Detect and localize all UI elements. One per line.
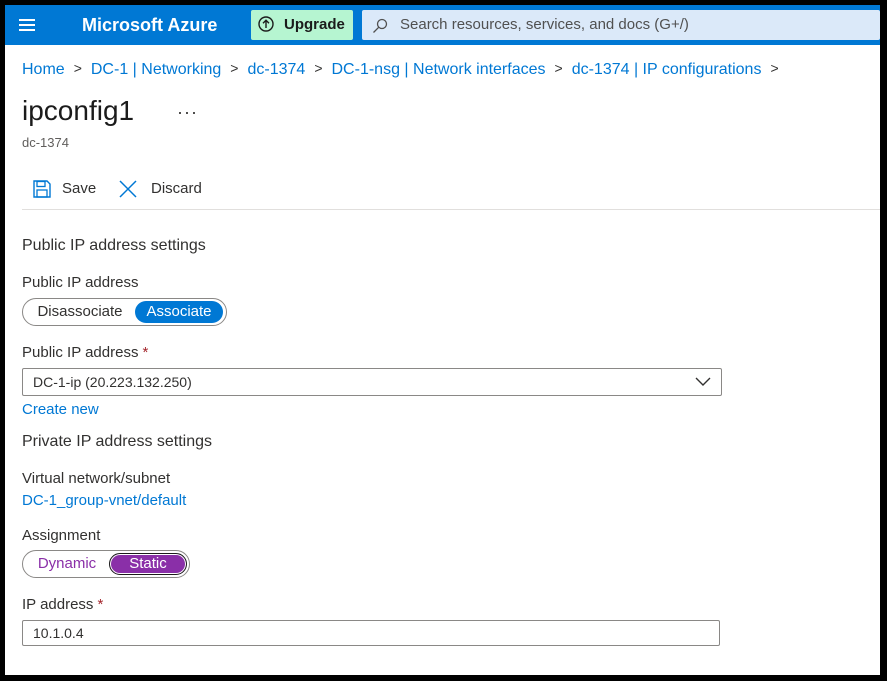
public-ip-settings-heading: Public IP address settings: [22, 237, 206, 254]
breadcrumb-separator: >: [314, 60, 323, 76]
top-bar: Microsoft Azure Upgrade Search resources…: [5, 5, 880, 45]
required-marker: *: [97, 596, 104, 613]
breadcrumb-dc-1374[interactable]: dc-1374: [247, 61, 305, 79]
assignment-toggle: Dynamic Static: [22, 550, 190, 578]
public-ip-association-toggle: Disassociate Associate: [22, 298, 227, 326]
upgrade-arrow-icon: [258, 16, 274, 32]
ip-address-label: IP address *: [22, 596, 103, 613]
assignment-label: Assignment: [22, 527, 101, 544]
public-ip-dropdown[interactable]: DC-1-ip (20.223.132.250): [22, 368, 722, 396]
page-subtitle: dc-1374: [22, 135, 69, 150]
search-icon: [373, 18, 388, 33]
public-ip-dropdown-value: DC-1-ip (20.223.132.250): [33, 374, 192, 390]
toolbar-divider: [22, 209, 880, 210]
ip-address-label-text: IP address: [22, 596, 94, 613]
breadcrumb-separator: >: [230, 60, 239, 76]
vnet-subnet-link[interactable]: DC-1_group-vnet/default: [22, 492, 186, 509]
ip-address-input[interactable]: [22, 620, 720, 646]
breadcrumb: Home > DC-1 | Networking > dc-1374 > DC-1-nsg …: [22, 60, 788, 83]
page-title: ipconfig1: [22, 95, 135, 126]
close-icon: [119, 180, 137, 198]
public-ip-select-label: Public IP address *: [22, 344, 148, 361]
required-marker: *: [142, 344, 149, 361]
search-placeholder: Search resources, services, and docs (G+…: [400, 16, 689, 33]
brand-title[interactable]: Microsoft Azure: [82, 5, 217, 45]
public-ip-select-label-text: Public IP address: [22, 344, 139, 361]
private-ip-settings-heading: Private IP address settings: [22, 433, 213, 450]
save-button[interactable]: Save: [22, 175, 100, 203]
breadcrumb-separator: >: [73, 60, 82, 76]
upgrade-label: Upgrade: [284, 16, 345, 33]
save-label: Save: [62, 180, 97, 197]
discard-button[interactable]: Discard: [114, 175, 214, 203]
create-new-link[interactable]: Create new: [22, 401, 99, 418]
static-option[interactable]: Static: [109, 553, 187, 575]
breadcrumb-nsg-network-interfaces[interactable]: DC-1-nsg | Network interfaces: [332, 61, 546, 79]
dynamic-option[interactable]: Dynamic: [27, 553, 107, 575]
breadcrumb-separator: >: [554, 60, 563, 76]
breadcrumb-ip-configurations[interactable]: dc-1374 | IP configurations: [572, 61, 762, 79]
discard-label: Discard: [151, 180, 202, 197]
breadcrumb-separator: >: [770, 60, 779, 76]
breadcrumb-home[interactable]: Home: [22, 61, 65, 79]
more-options-button[interactable]: ···: [177, 102, 198, 123]
public-ip-toggle-label: Public IP address: [22, 274, 139, 291]
save-icon: [33, 180, 51, 198]
global-search-input[interactable]: Search resources, services, and docs (G+…: [362, 10, 880, 40]
upgrade-button[interactable]: Upgrade: [251, 10, 353, 40]
associate-option[interactable]: Associate: [135, 301, 223, 323]
azure-portal-window: Microsoft Azure Upgrade Search resources…: [5, 5, 880, 675]
chevron-down-icon: [695, 377, 711, 386]
hamburger-menu-icon[interactable]: [17, 15, 37, 35]
disassociate-option[interactable]: Disassociate: [27, 301, 133, 323]
breadcrumb-dc1-networking[interactable]: DC-1 | Networking: [91, 61, 221, 79]
vnet-subnet-label: Virtual network/subnet: [22, 470, 171, 487]
